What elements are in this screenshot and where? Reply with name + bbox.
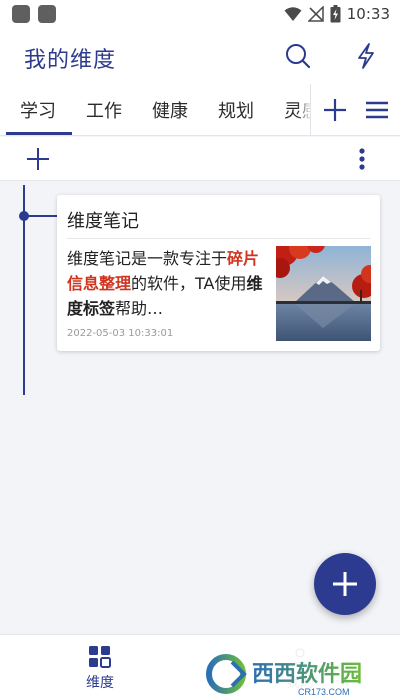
status-time: 10:33 [346,5,390,23]
note-toolbar [0,137,400,181]
lightning-icon [358,43,374,69]
nav-label-dimension: 维度 [86,675,114,691]
quick-action-button[interactable] [348,38,384,74]
nav-item-dimension[interactable]: 维度 [60,645,140,697]
menu-icon [366,101,388,119]
note-thumbnail [276,246,371,341]
page-title: 我的维度 [24,48,117,73]
note-preview-text: 维度笔记是一款专注于碎片信息整理的软件，TA使用维度标签帮助… [67,246,265,321]
timeline-connector [28,215,58,217]
tab-actions [310,84,400,135]
note-card[interactable]: 维度笔记 维度笔记是一款专注于碎片信息整理的软件，TA使用维度标签帮助… 202… [57,195,380,351]
wifi-icon [284,7,302,21]
tab-plan[interactable]: 规划 [218,97,254,123]
note-timestamp: 2022-05-03 10:33:01 [67,328,174,339]
note-title: 维度笔记 [67,211,139,232]
tab-selected-indicator [6,132,72,135]
plus-icon [333,572,357,596]
battery-charging-icon [330,5,341,23]
category-tabs: 学习 工作 健康 规划 灵感 [0,84,310,135]
watermark-text: 西西软件园 [252,661,362,686]
add-note-button[interactable] [22,143,54,175]
note-divider [67,238,370,239]
app-bar: 我的维度 [0,28,400,84]
grid-icon [89,646,111,668]
no-signal-icon [307,6,324,22]
search-icon [286,44,311,69]
plus-icon [324,99,346,121]
more-options-button[interactable] [348,143,376,175]
app-square-icon [38,5,56,23]
tab-work[interactable]: 工作 [86,97,122,123]
status-bar: 10:33 [0,0,400,28]
search-button[interactable] [280,38,316,74]
note-text-part: 维度笔记是一款专注于 [67,249,228,268]
app-screen: 10:33 我的维度 学习 工作 健康 规划 灵感 [0,0,400,700]
note-text-part: 帮助… [115,299,164,318]
app-square-icon [12,5,30,23]
mountain-lake-photo [276,246,371,341]
watermark-logo: 西西软件园 CR173.COM [200,648,400,700]
tab-menu-button[interactable] [361,94,393,126]
more-vertical-icon [359,148,365,170]
plus-icon [27,148,49,170]
tab-inspiration[interactable]: 灵感 [284,97,310,123]
category-tab-bar: 学习 工作 健康 规划 灵感 [0,84,400,136]
watermark-url: CR173.COM [298,687,350,697]
tab-health[interactable]: 健康 [152,97,188,123]
add-tab-button[interactable] [319,94,351,126]
note-text-part: 的软件，TA使用 [131,274,247,293]
status-icons: 10:33 [284,3,390,25]
create-fab-button[interactable] [314,553,376,615]
tab-study[interactable]: 学习 [20,97,56,123]
